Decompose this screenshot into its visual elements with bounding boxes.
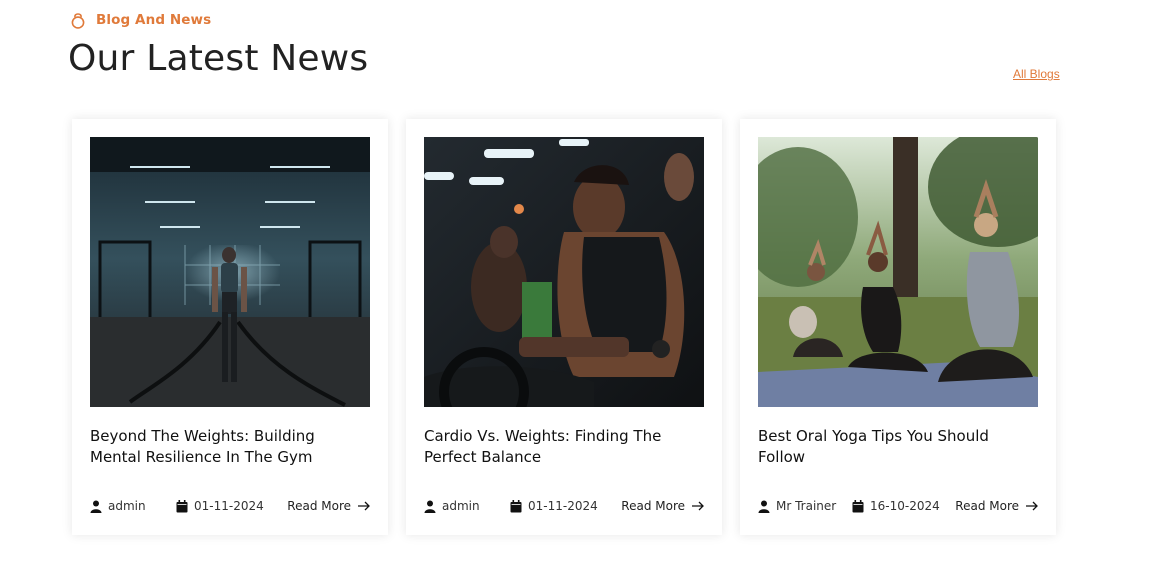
calendar-icon	[176, 499, 188, 512]
post-date: 01-11-2024	[176, 499, 264, 513]
arrow-right-icon	[692, 501, 704, 511]
arrow-right-icon	[1026, 501, 1038, 511]
read-more-label: Read More	[621, 499, 685, 513]
user-icon	[90, 500, 102, 513]
user-icon	[424, 500, 436, 513]
post-author: admin	[90, 499, 146, 513]
post-image[interactable]	[758, 137, 1038, 407]
post-author-name: Mr Trainer	[776, 499, 837, 513]
read-more-link[interactable]: Read More	[955, 499, 1038, 513]
read-more-link[interactable]: Read More	[621, 499, 704, 513]
arrow-right-icon	[358, 501, 370, 511]
read-more-label: Read More	[287, 499, 351, 513]
post-meta: admin 01-11-2024 Read More	[424, 499, 704, 517]
read-more-label: Read More	[955, 499, 1019, 513]
post-date-value: 01-11-2024	[194, 499, 264, 513]
post-date-value: 16-10-2024	[870, 499, 940, 513]
user-icon	[758, 500, 770, 513]
post-author-name: admin	[442, 499, 480, 513]
page-title: Our Latest News	[68, 38, 369, 79]
post-date: 16-10-2024	[852, 499, 940, 513]
post-author-name: admin	[108, 499, 146, 513]
section-eyebrow: Blog And News	[70, 11, 211, 29]
calendar-icon	[510, 499, 522, 512]
post-date-value: 01-11-2024	[528, 499, 598, 513]
post-image[interactable]	[424, 137, 704, 407]
eyebrow-label: Blog And News	[96, 12, 212, 28]
post-title[interactable]: Cardio Vs. Weights: Finding The Perfect …	[424, 426, 694, 468]
post-title[interactable]: Best Oral Yoga Tips You Should Follow	[758, 426, 1028, 468]
post-image[interactable]	[90, 137, 370, 407]
all-blogs-link[interactable]: All Blogs	[1013, 67, 1060, 81]
blog-card: Best Oral Yoga Tips You Should Follow Mr…	[740, 119, 1056, 535]
blog-card: Beyond The Weights: Building Mental Resi…	[72, 119, 388, 535]
calendar-icon	[852, 499, 864, 512]
post-title[interactable]: Beyond The Weights: Building Mental Resi…	[90, 426, 360, 468]
read-more-link[interactable]: Read More	[287, 499, 370, 513]
kettlebell-icon	[71, 13, 85, 29]
post-meta: Mr Trainer 16-10-2024 Read More	[758, 499, 1038, 517]
blog-card: Cardio Vs. Weights: Finding The Perfect …	[406, 119, 722, 535]
post-date: 01-11-2024	[510, 499, 598, 513]
post-meta: admin 01-11-2024 Read More	[90, 499, 370, 517]
post-author: admin	[424, 499, 480, 513]
post-author: Mr Trainer	[758, 499, 836, 513]
